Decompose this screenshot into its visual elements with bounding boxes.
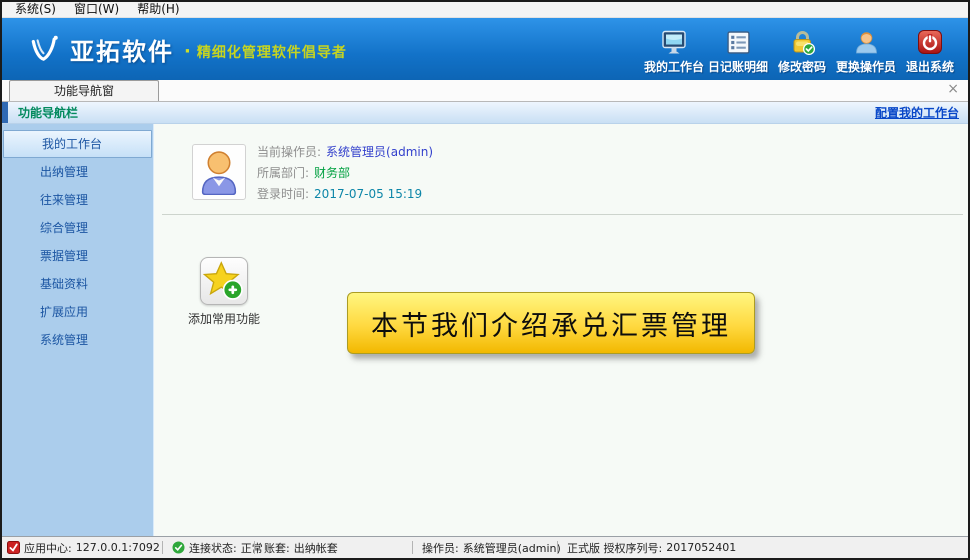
lesson-banner: 本节我们介绍承兑汇票管理 (347, 292, 755, 354)
sidebar-item-contacts-mgmt[interactable]: 往来管理 (2, 186, 153, 214)
status-label: 账套: (264, 540, 290, 556)
status-value: 系统管理员(admin) (463, 540, 561, 556)
toolbar-label: 更换操作员 (836, 58, 896, 75)
monitor-icon (661, 28, 687, 55)
configure-workbench-link[interactable]: 配置我的工作台 (875, 104, 959, 121)
add-favorite-label: 添加常用功能 (187, 310, 261, 327)
avatar (192, 144, 246, 200)
status-value: 出纳帐套 (294, 540, 338, 556)
profile-operator-label: 当前操作员: (257, 145, 321, 159)
profile-operator-value: 系统管理员(admin) (326, 145, 433, 159)
sidebar-item-system-mgmt[interactable]: 系统管理 (2, 326, 153, 354)
profile-department-label: 所属部门: (257, 166, 309, 180)
add-favorite-function: 添加常用功能 (187, 257, 261, 327)
power-icon (917, 28, 943, 55)
green-check-icon (172, 541, 185, 554)
app-window: 系统(S) 窗口(W) 帮助(H) 亚拓软件 · 精细化管理软件倡导者 (0, 0, 970, 560)
header-toolbar: 我的工作台 日记账明细 (642, 26, 962, 78)
sidebar-item-bill-mgmt[interactable]: 票据管理 (2, 242, 153, 270)
status-operator: 操作员: 系统管理员(admin) (412, 537, 557, 558)
profile-operator-row: 当前操作员: 系统管理员(admin) (257, 142, 433, 163)
status-label: 正式版 授权序列号: (567, 540, 662, 556)
lock-icon (789, 28, 816, 55)
lesson-banner-text: 本节我们介绍承兑汇票管理 (371, 304, 731, 343)
status-bar: 应用中心: 127.0.0.1:7092 连接状态: 正常 账套: 出纳帐套 操… (2, 536, 968, 558)
toolbar-my-workbench[interactable]: 我的工作台 (642, 26, 706, 78)
profile-login-time-label: 登录时间: (257, 187, 309, 201)
status-app-center: 应用中心: 127.0.0.1:7092 (2, 537, 162, 558)
function-nav-bar: 功能导航栏 配置我的工作台 (2, 102, 968, 124)
toolbar-label: 我的工作台 (644, 58, 704, 75)
main-panel: 当前操作员: 系统管理员(admin) 所属部门: 财务部 登录时间: 2017-07… (154, 124, 968, 536)
toolbar-label: 退出系统 (906, 58, 954, 75)
toolbar-change-password[interactable]: 修改密码 (770, 26, 834, 78)
close-icon[interactable]: × (947, 82, 959, 96)
profile-department-row: 所属部门: 财务部 (257, 163, 433, 184)
profile-login-time-row: 登录时间: 2017-07-05 15:19 (257, 184, 433, 205)
status-label: 连接状态: (189, 540, 237, 556)
sidebar-item-extended-apps[interactable]: 扩展应用 (2, 298, 153, 326)
menu-window[interactable]: 窗口(W) (65, 2, 128, 17)
toolbar-label: 日记账明细 (708, 58, 768, 75)
status-value: 127.0.0.1:7092 (76, 541, 160, 554)
add-favorite-button[interactable] (200, 257, 248, 305)
app-header: 亚拓软件 · 精细化管理软件倡导者 我的工作台 (2, 18, 968, 80)
status-label: 操作员: (422, 540, 459, 556)
sidebar-item-cashier-mgmt[interactable]: 出纳管理 (2, 158, 153, 186)
profile-department-value: 财务部 (314, 166, 350, 180)
ledger-icon (726, 28, 751, 55)
tab-function-navigator[interactable]: 功能导航窗 (9, 80, 159, 101)
brand: 亚拓软件 · 精细化管理软件倡导者 (28, 18, 347, 80)
sidebar-item-basic-data[interactable]: 基础资料 (2, 270, 153, 298)
status-license: 正式版 授权序列号: 2017052401 (557, 537, 736, 558)
brand-slogan: 精细化管理软件倡导者 (197, 42, 347, 62)
toolbar-label: 修改密码 (778, 58, 826, 75)
profile-info: 当前操作员: 系统管理员(admin) 所属部门: 财务部 登录时间: 2017-07… (257, 142, 433, 205)
toolbar-switch-operator[interactable]: 更换操作员 (834, 26, 898, 78)
divider (162, 214, 963, 215)
sidebar-item-my-workbench[interactable]: 我的工作台 (3, 130, 152, 158)
operator-icon (853, 28, 880, 55)
status-account-set: 账套: 出纳帐套 (254, 537, 412, 558)
brand-separator: · (184, 41, 191, 62)
nav-accent-bar (2, 102, 8, 123)
tab-strip: 功能导航窗 × (2, 80, 968, 102)
app-center-icon (7, 541, 20, 554)
sidebar-item-comprehensive-mgmt[interactable]: 综合管理 (2, 214, 153, 242)
menu-bar: 系统(S) 窗口(W) 帮助(H) (2, 2, 968, 18)
menu-system[interactable]: 系统(S) (6, 2, 65, 17)
sidebar: 我的工作台 出纳管理 往来管理 综合管理 票据管理 基础资料 扩展应用 系统管理 (2, 124, 154, 536)
brand-logo-icon (28, 34, 60, 64)
brand-name: 亚拓软件 (70, 32, 174, 67)
status-connection: 连接状态: 正常 (162, 537, 254, 558)
star-plus-icon (201, 258, 247, 304)
nav-title: 功能导航栏 (18, 104, 78, 121)
toolbar-exit-system[interactable]: 退出系统 (898, 26, 962, 78)
profile-login-time-value: 2017-07-05 15:19 (314, 187, 422, 201)
status-label: 应用中心: (24, 540, 72, 556)
menu-help[interactable]: 帮助(H) (128, 2, 188, 17)
toolbar-journal-detail[interactable]: 日记账明细 (706, 26, 770, 78)
body: 我的工作台 出纳管理 往来管理 综合管理 票据管理 基础资料 扩展应用 系统管理… (2, 124, 968, 536)
status-value: 2017052401 (666, 541, 736, 554)
